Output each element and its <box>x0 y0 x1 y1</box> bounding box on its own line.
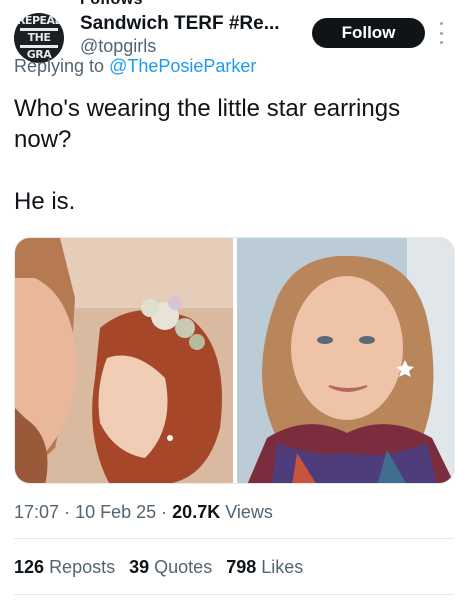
author-handle[interactable]: @topgirls <box>80 36 156 57</box>
likes-stat[interactable]: 798 Likes <box>226 557 303 578</box>
tweet-time[interactable]: 17:07 <box>14 502 59 522</box>
author-display-name[interactable]: Sandwich TERF #Re... <box>80 13 280 35</box>
tweet-media[interactable] <box>14 237 455 484</box>
views-count: 20.7K <box>172 502 221 522</box>
reposts-label: Reposts <box>49 557 116 577</box>
photo-portrait[interactable] <box>237 238 454 483</box>
reply-target-link[interactable]: @ThePosieParker <box>109 56 256 76</box>
tweet-date[interactable]: 10 Feb 25 <box>75 502 156 522</box>
quotes-stat[interactable]: 39 Quotes <box>129 557 212 578</box>
follow-button[interactable]: Follow <box>312 18 425 48</box>
photo-portrait-illustration <box>237 238 454 483</box>
tweet-text: Who's wearing the little star earrings n… <box>14 95 401 215</box>
photo-kiss[interactable] <box>15 238 233 483</box>
quotes-count: 39 <box>129 557 150 577</box>
more-vertical-icon[interactable] <box>438 22 444 44</box>
replying-to-line: Replying to @ThePosieParker <box>14 56 256 77</box>
tweet-meta: 17:07 · 10 Feb 25 · 20.7K Views <box>14 502 273 523</box>
reposts-count: 126 <box>14 557 45 577</box>
more-dot <box>439 31 443 35</box>
likes-count: 798 <box>226 557 257 577</box>
avatar-text-2: THE <box>27 31 51 44</box>
photo-kiss-illustration <box>15 238 233 483</box>
reposts-stat[interactable]: 126 Reposts <box>14 557 115 578</box>
avatar-text-1: REPEAL <box>16 14 62 27</box>
cut-off-header-text: Follows <box>80 0 143 9</box>
replying-prefix: Replying to <box>14 56 105 76</box>
meta-separator: · <box>64 502 71 522</box>
engagement-stats: 126 Reposts 39 Quotes 798 Likes <box>14 557 303 578</box>
more-dot <box>439 41 443 44</box>
more-dot <box>439 22 443 25</box>
likes-label: Likes <box>261 557 304 577</box>
divider <box>14 538 454 539</box>
views-label: Views <box>225 502 273 522</box>
meta-separator: · <box>161 502 168 522</box>
divider <box>14 594 454 595</box>
quotes-label: Quotes <box>154 557 213 577</box>
